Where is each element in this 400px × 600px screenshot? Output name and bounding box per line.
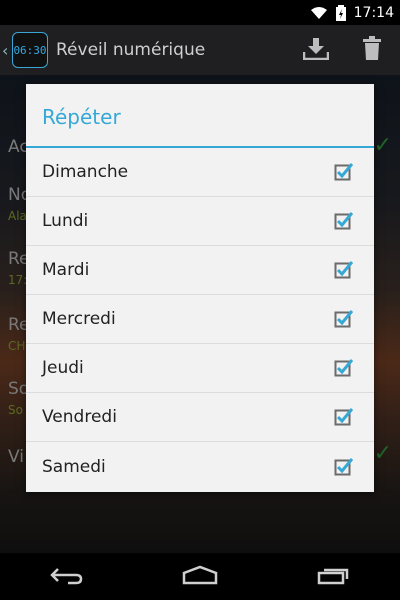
day-label: Samedi: [42, 456, 106, 477]
day-label: Mardi: [42, 260, 90, 280]
app-logo-text: 06:30: [13, 43, 47, 57]
clock: 17:14: [353, 4, 394, 21]
back-icon: [50, 567, 83, 584]
trash-icon: [362, 36, 382, 64]
download-icon: [302, 36, 330, 64]
day-row-jeudi[interactable]: Jeudi: [26, 344, 374, 393]
repeat-dialog: Répéter Dimanche Lundi Mardi Mercredi Jeudi V…: [26, 84, 374, 492]
home-button[interactable]: [181, 565, 219, 589]
day-checkbox[interactable]: [334, 260, 354, 280]
up-chevron-icon[interactable]: ‹: [2, 41, 12, 60]
day-row-mercredi[interactable]: Mercredi: [26, 295, 374, 344]
recents-icon: [317, 568, 348, 584]
delete-button[interactable]: [344, 25, 400, 75]
day-label: Jeudi: [42, 358, 84, 378]
day-label: Mercredi: [42, 309, 116, 329]
day-row-mardi[interactable]: Mardi: [26, 246, 374, 295]
save-button[interactable]: [288, 25, 344, 75]
day-row-dimanche[interactable]: Dimanche: [26, 148, 374, 197]
action-bar: ‹ 06:30 Réveil numérique: [0, 25, 400, 75]
status-bar: 17:14: [0, 0, 400, 25]
home-icon: [182, 565, 218, 584]
back-button[interactable]: [48, 565, 84, 589]
day-label: Dimanche: [42, 162, 129, 182]
navigation-bar: [0, 553, 400, 600]
dialog-title: Répéter: [26, 84, 374, 148]
day-label: Lundi: [42, 211, 89, 231]
day-checkbox[interactable]: [334, 309, 354, 329]
day-row-lundi[interactable]: Lundi: [26, 197, 374, 246]
recents-button[interactable]: [316, 565, 352, 589]
day-checkbox[interactable]: [334, 407, 354, 427]
day-list: Dimanche Lundi Mardi Mercredi Jeudi Vendredi S…: [26, 148, 374, 491]
app-title: Réveil numérique: [56, 40, 206, 60]
day-checkbox[interactable]: [334, 457, 354, 477]
battery-icon: [335, 4, 346, 21]
app-logo-icon[interactable]: 06:30: [12, 32, 48, 68]
day-checkbox[interactable]: [334, 162, 354, 182]
wifi-icon: [310, 6, 328, 20]
day-checkbox[interactable]: [334, 211, 354, 231]
day-row-vendredi[interactable]: Vendredi: [26, 393, 374, 442]
day-checkbox[interactable]: [334, 358, 354, 378]
day-label: Vendredi: [42, 407, 117, 427]
day-row-samedi[interactable]: Samedi: [26, 442, 374, 491]
